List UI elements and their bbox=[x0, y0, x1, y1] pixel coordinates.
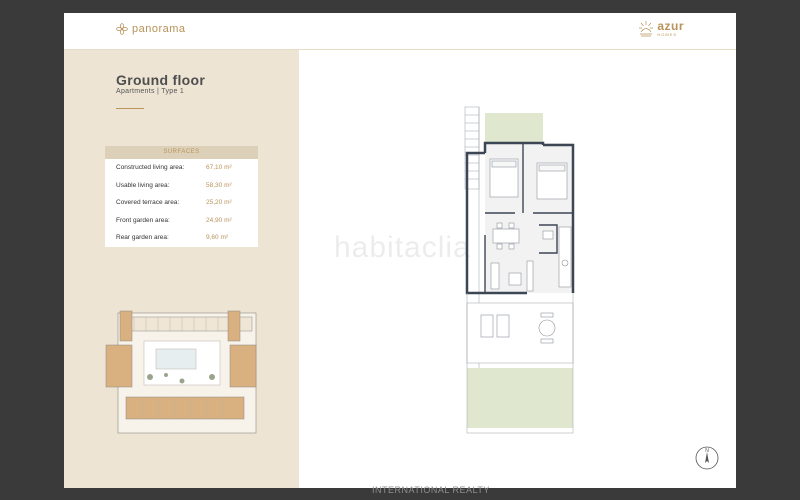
floor-plan-image bbox=[464, 106, 575, 434]
info-panel: Ground floor Apartments | Type 1 SURFACE… bbox=[64, 50, 299, 488]
surface-label: Front garden area: bbox=[116, 216, 170, 224]
surface-value: 58,30 m² bbox=[206, 181, 232, 189]
watermark: habitaclia bbox=[334, 231, 471, 264]
surface-row: Front garden area: 24,90 m² bbox=[105, 212, 258, 230]
surface-row: Rear garden area: 9,60 m² bbox=[105, 229, 258, 247]
panorama-flower-icon bbox=[116, 23, 128, 35]
surface-label: Usable living area: bbox=[116, 181, 170, 189]
surface-label: Rear garden area: bbox=[116, 234, 169, 242]
surfaces-table: SURFACES Constructed living area: 67,10 … bbox=[105, 146, 258, 247]
surface-row: Covered terrace area: 25,20 m² bbox=[105, 194, 258, 212]
azur-sun-icon bbox=[639, 21, 654, 37]
surface-value: 9,60 m² bbox=[206, 234, 229, 242]
page-subtitle: Apartments | Type 1 bbox=[116, 88, 185, 95]
azur-wordmark: azur bbox=[657, 18, 684, 33]
azur-logo: azur HOMES bbox=[638, 19, 684, 37]
surface-label: Covered terrace area: bbox=[116, 199, 180, 207]
surface-value: 25,20 m² bbox=[206, 199, 232, 207]
footer-text: INTERNATIONAL REALTY bbox=[372, 485, 490, 495]
surfaces-heading: SURFACES bbox=[105, 146, 258, 159]
north-label: N bbox=[705, 448, 709, 454]
brochure-page: panorama azur HOMES Ground floor Apartme… bbox=[64, 13, 736, 488]
page-title: Ground floor bbox=[116, 72, 206, 88]
title-divider bbox=[116, 108, 144, 109]
page-header: panorama azur HOMES bbox=[64, 13, 736, 50]
surface-value: 24,90 m² bbox=[206, 216, 232, 224]
surface-row: Usable living area: 58,30 m² bbox=[105, 177, 258, 195]
surface-value: 67,10 m² bbox=[206, 164, 232, 171]
brand-name: panorama bbox=[132, 23, 186, 35]
surface-row: Constructed living area: 67,10 m² bbox=[105, 159, 258, 177]
site-plan-image bbox=[100, 305, 270, 440]
surface-label: Constructed living area: bbox=[116, 164, 185, 171]
north-arrow-icon: N bbox=[695, 446, 719, 470]
panorama-logo: panorama bbox=[116, 23, 186, 35]
